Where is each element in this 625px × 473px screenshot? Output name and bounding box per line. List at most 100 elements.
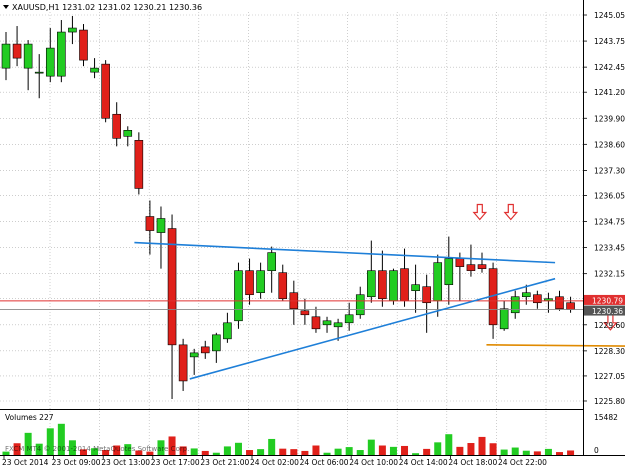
candle-body [245, 270, 254, 296]
price-tick-label: 1232.15 [594, 270, 625, 279]
volume-bar [268, 438, 276, 455]
volume-bar [223, 446, 231, 455]
chart-window: 1245.05 1243.75 1242.45 1241.20 1239.90 1238.… [0, 0, 625, 469]
price-tick-label: 1227.05 [594, 372, 625, 381]
candle-body [23, 43, 33, 69]
volume-bar [234, 442, 242, 455]
price-tick-label: 1233.45 [594, 244, 625, 253]
candle-body [57, 31, 66, 77]
volume-bar [556, 452, 563, 455]
time-tick-label: 23 Oct 17:00 [151, 458, 200, 467]
candle [101, 60, 110, 123]
time-tick-label: 24 Oct 06:00 [300, 458, 349, 467]
volume-bar [500, 449, 508, 455]
candle-body [12, 43, 22, 59]
price-tick-label: 1243.75 [594, 37, 625, 46]
candle-body [1, 43, 11, 69]
time-tick-label: 24 Oct 02:00 [250, 458, 299, 467]
volume-bar [567, 450, 575, 455]
time-tick-label: 23 Oct 13:00 [101, 458, 150, 467]
volume-bar [456, 446, 464, 455]
volume-bar [445, 434, 453, 455]
candle-body [234, 270, 243, 322]
volume-bar [389, 446, 397, 455]
volume-bar [478, 436, 486, 455]
time-tick-label: 23 Oct 09:00 [52, 458, 101, 467]
candle-body [367, 270, 376, 298]
candle-body [422, 286, 431, 304]
symbol-header: XAUUSD,H1 1231.02 1231.02 1230.21 1230.3… [12, 3, 202, 12]
candle-body [466, 264, 476, 271]
volume-zero-label: 0 [594, 446, 599, 455]
candle-body [499, 308, 509, 330]
candle-body [311, 316, 321, 330]
volume-bar [356, 450, 364, 455]
candle-body [267, 252, 276, 271]
volume-bar [367, 439, 375, 455]
volume-bar [378, 445, 386, 455]
volume-bar [257, 449, 265, 455]
candle [134, 132, 144, 195]
candle-body [223, 322, 232, 340]
chart-svg: 1245.05 1243.75 1242.45 1241.20 1239.90 1238.… [0, 0, 625, 469]
volume-bar [201, 450, 209, 455]
price-tick-label: 1236.05 [594, 191, 625, 200]
candle-body [200, 346, 210, 354]
candle-body [455, 258, 465, 267]
volume-bar [544, 448, 552, 455]
candle-body [90, 67, 99, 73]
price-tick-label: 1234.75 [594, 218, 625, 227]
volume-bar [323, 452, 331, 455]
candle-body [167, 228, 177, 346]
candle [79, 24, 88, 67]
candle [389, 268, 398, 305]
volume-bar [522, 450, 530, 455]
candle-body [134, 140, 144, 189]
candle-body [156, 218, 166, 233]
volume-bar [511, 447, 519, 455]
volume-bar [246, 450, 254, 455]
volume-bar [312, 445, 320, 455]
candle-body [378, 270, 387, 300]
price-tick-label: 1239.90 [594, 114, 625, 123]
candle-body [411, 284, 420, 292]
candle-body [68, 27, 77, 33]
price-tick-label: 1237.30 [594, 166, 625, 175]
candle [234, 262, 243, 329]
price-tick-label: 1229.60 [594, 321, 625, 330]
price-tick-label: 1228.30 [594, 347, 625, 356]
candle-body [533, 294, 542, 304]
volume-title: Volumes 227 [5, 413, 54, 422]
volume-bar [401, 445, 409, 455]
price-tick-label: 1245.05 [594, 11, 625, 20]
candle-body [355, 294, 365, 316]
candle-body [189, 352, 199, 358]
price-tick-label: 1242.45 [594, 63, 625, 72]
time-tick-label: 24 Oct 18:00 [448, 458, 497, 467]
candle-body [544, 298, 553, 302]
price-tick-label: 1225.80 [594, 397, 625, 406]
volume-bar [301, 450, 309, 455]
time-tick-label: 24 Oct 22:00 [498, 458, 547, 467]
volume-bar [190, 448, 198, 455]
candle-body [212, 334, 221, 352]
time-tick-label: 24 Oct 10:00 [349, 458, 398, 467]
candle-body [433, 262, 443, 302]
volume-bar [279, 448, 287, 455]
bid-price-tag: 1230.36 [592, 307, 623, 316]
time-tick-label: 23 Oct 21:00 [200, 458, 249, 467]
ask-price-tag: 1230.79 [592, 296, 623, 305]
candle-body [333, 322, 343, 328]
candle-body [510, 296, 520, 314]
candle-body [322, 320, 332, 326]
volume-bar [533, 451, 541, 455]
time-tick-label: 23 Oct 2014 [2, 458, 49, 467]
volume-bar [290, 449, 298, 455]
candle-body [145, 216, 155, 231]
candle-body [45, 47, 55, 77]
volume-bar [345, 447, 353, 455]
candle-body [79, 29, 88, 61]
candle-body [344, 314, 354, 324]
volume-bar [423, 448, 431, 455]
volume-bar [212, 452, 220, 455]
